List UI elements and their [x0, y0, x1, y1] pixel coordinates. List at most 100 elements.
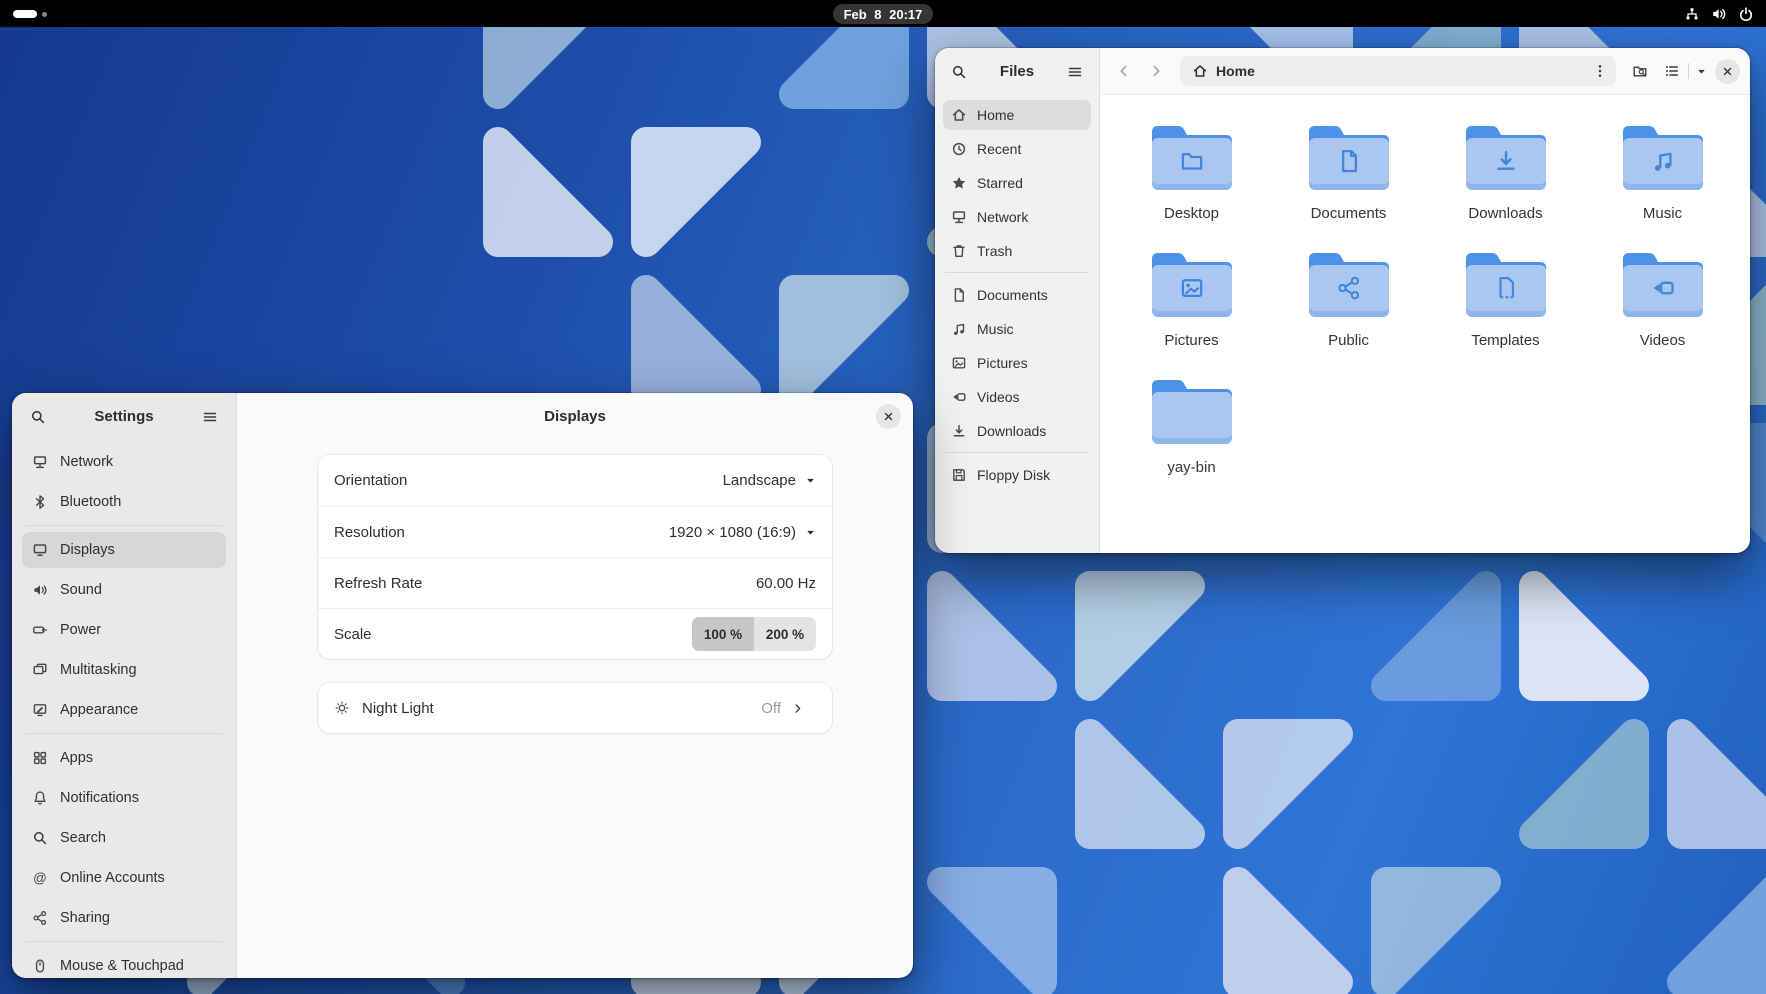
files-body: Home Recent Starred Network Trash Documents Mu… [935, 95, 1750, 553]
sidebar-item-label: Displays [60, 542, 115, 558]
file-item-templates[interactable]: Templates [1427, 249, 1584, 376]
back-button[interactable] [1110, 57, 1138, 85]
chevron-down-icon [805, 475, 816, 486]
settings-sidebar-header: Settings [12, 393, 236, 440]
search-icon [30, 409, 46, 425]
file-item-label: Videos [1640, 332, 1686, 349]
sidebar-item-notifications[interactable]: Notifications [22, 780, 226, 816]
download-icon [951, 423, 967, 439]
files-close-button[interactable] [1715, 59, 1740, 84]
resolution-row[interactable]: Resolution 1920 × 1080 (16:9) [318, 506, 832, 557]
sidebar-item-pictures[interactable]: Pictures [943, 348, 1091, 378]
list-view-button[interactable] [1658, 57, 1686, 85]
sidebar-item-label: Videos [977, 389, 1020, 405]
sidebar-item-home[interactable]: Home [943, 100, 1091, 130]
sidebar-item-sharing[interactable]: Sharing [22, 900, 226, 936]
chevron-right-icon [1148, 63, 1164, 79]
network-icon [951, 209, 967, 225]
sidebar-item-displays[interactable]: Displays [22, 532, 226, 568]
sidebar-item-online-accounts[interactable]: @Online Accounts [22, 860, 226, 896]
settings-sidebar: Settings Network Bluetooth Displays Sound Po… [12, 393, 237, 978]
sidebar-item-label: Mouse & Touchpad [60, 958, 184, 974]
sidebar-item-label: Search [60, 830, 106, 846]
settings-app-title: Settings [52, 408, 196, 425]
settings-search-button[interactable] [24, 403, 52, 431]
view-options-dropdown[interactable] [1691, 57, 1711, 85]
file-item-yay-bin[interactable]: yay-bin [1113, 376, 1270, 503]
sidebar-item-appearance[interactable]: Appearance [22, 692, 226, 728]
divider [26, 525, 222, 526]
file-item-pictures[interactable]: Pictures [1113, 249, 1270, 376]
sidebar-item-recent[interactable]: Recent [943, 134, 1091, 164]
folder-icon [1619, 122, 1707, 192]
file-item-label: Music [1643, 205, 1682, 222]
sidebar-item-trash[interactable]: Trash [943, 236, 1091, 266]
chevron-right-icon [791, 702, 804, 715]
displays-panel: Orientation Landscape Resolution 1920 × … [237, 440, 913, 978]
path-bar[interactable]: Home [1180, 56, 1616, 86]
settings-close-button[interactable] [876, 404, 901, 429]
sidebar-item-floppy-disk[interactable]: Floppy Disk [943, 460, 1091, 490]
appearance-icon [32, 702, 48, 718]
clock[interactable]: Feb 8 20:17 [833, 4, 933, 24]
sidebar-item-mouse-touchpad[interactable]: Mouse & Touchpad [22, 948, 226, 978]
image-icon [951, 355, 967, 371]
sidebar-item-starred[interactable]: Starred [943, 168, 1091, 198]
sidebar-item-label: Floppy Disk [977, 467, 1050, 483]
file-item-videos[interactable]: Videos [1584, 249, 1741, 376]
file-item-downloads[interactable]: Downloads [1427, 122, 1584, 249]
file-item-label: Pictures [1164, 332, 1218, 349]
night-light-icon [334, 700, 350, 716]
scale-option-100[interactable]: 100 % [692, 617, 754, 651]
divider [1688, 63, 1689, 79]
workspace-dot-indicator[interactable] [42, 12, 47, 17]
file-item-desktop[interactable]: Desktop [1113, 122, 1270, 249]
scale-segmented-control: 100 % 200 % [692, 617, 816, 651]
close-icon [882, 410, 895, 423]
apps-icon [32, 750, 48, 766]
document-icon [951, 287, 967, 303]
workspace-pill-indicator[interactable] [13, 10, 37, 18]
panel-title: Displays [544, 408, 606, 425]
sidebar-item-label: Documents [977, 287, 1048, 303]
folder-icon [1305, 249, 1393, 319]
refresh-rate-row: Refresh Rate 60.00 Hz [318, 557, 832, 608]
sidebar-item-documents[interactable]: Documents [943, 280, 1091, 310]
sidebar-item-bluetooth[interactable]: Bluetooth [22, 484, 226, 520]
forward-button[interactable] [1142, 57, 1170, 85]
sidebar-item-videos[interactable]: Videos [943, 382, 1091, 412]
trash-icon [951, 243, 967, 259]
sidebar-item-power[interactable]: Power [22, 612, 226, 648]
sidebar-item-label: Trash [977, 243, 1012, 259]
scale-label: Scale [334, 626, 372, 643]
orientation-value: Landscape [723, 472, 796, 489]
files-menu-button[interactable] [1061, 58, 1089, 86]
mouse-icon [32, 958, 48, 974]
sidebar-item-label: Notifications [60, 790, 139, 806]
sidebar-item-apps[interactable]: Apps [22, 740, 226, 776]
sidebar-item-search[interactable]: Search [22, 820, 226, 856]
files-grid: DesktopDocumentsDownloads Music Pictures Pu… [1113, 122, 1741, 503]
sidebar-item-network[interactable]: Network [943, 202, 1091, 232]
scale-option-200[interactable]: 200 % [754, 617, 816, 651]
search-everywhere-button[interactable] [1626, 57, 1654, 85]
sidebar-item-network[interactable]: Network [22, 444, 226, 480]
files-search-button[interactable] [945, 58, 973, 86]
files-window: Files Home HomeRe [935, 48, 1750, 553]
refresh-rate-label: Refresh Rate [334, 575, 422, 592]
settings-menu-button[interactable] [196, 403, 224, 431]
sidebar-item-music[interactable]: Music [943, 314, 1091, 344]
file-item-public[interactable]: Public [1270, 249, 1427, 376]
file-item-music[interactable]: Music [1584, 122, 1741, 249]
file-item-label: Templates [1471, 332, 1539, 349]
system-status-area[interactable] [1680, 0, 1758, 27]
sidebar-item-downloads[interactable]: Downloads [943, 416, 1091, 446]
folder-icon [1462, 249, 1550, 319]
night-light-row[interactable]: Night Light Off [318, 683, 832, 733]
location-menu-button[interactable] [1588, 57, 1612, 85]
sidebar-item-multitasking[interactable]: Multitasking [22, 652, 226, 688]
orientation-row[interactable]: Orientation Landscape [318, 455, 832, 506]
scale-row: Scale 100 % 200 % [318, 608, 832, 659]
sidebar-item-sound[interactable]: Sound [22, 572, 226, 608]
file-item-documents[interactable]: Documents [1270, 122, 1427, 249]
